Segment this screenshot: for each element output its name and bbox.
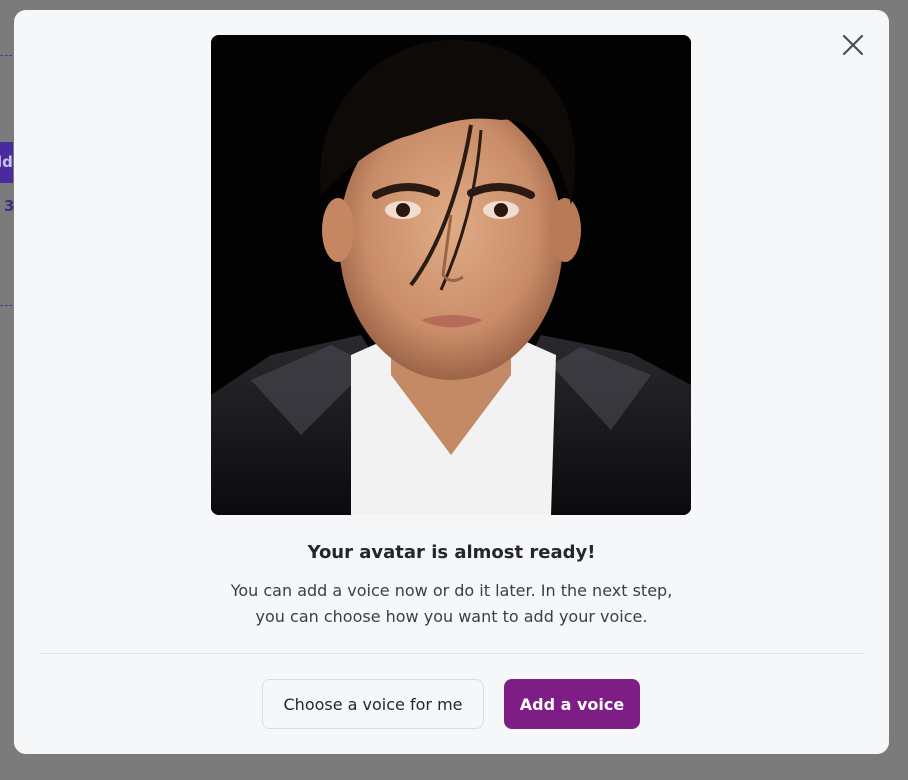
close-button[interactable] <box>840 32 866 58</box>
background-dashed-line <box>0 55 12 56</box>
description-line: you can choose how you want to add your … <box>255 607 648 626</box>
close-icon <box>842 34 864 56</box>
background-button: ld <box>0 142 13 183</box>
avatar-photo <box>211 35 691 515</box>
divider <box>40 653 864 654</box>
avatar-image <box>211 35 691 515</box>
choose-voice-button[interactable]: Choose a voice for me <box>262 679 484 729</box>
background-number: 3 <box>4 197 15 215</box>
avatar-ready-modal: Your avatar is almost ready! You can add… <box>14 10 889 754</box>
modal-title: Your avatar is almost ready! <box>307 542 596 563</box>
add-voice-button[interactable]: Add a voice <box>504 679 640 729</box>
background-dashed-line <box>0 305 12 306</box>
description-line: You can add a voice now or do it later. … <box>230 581 673 600</box>
modal-description: You can add a voice now or do it later. … <box>184 578 719 630</box>
